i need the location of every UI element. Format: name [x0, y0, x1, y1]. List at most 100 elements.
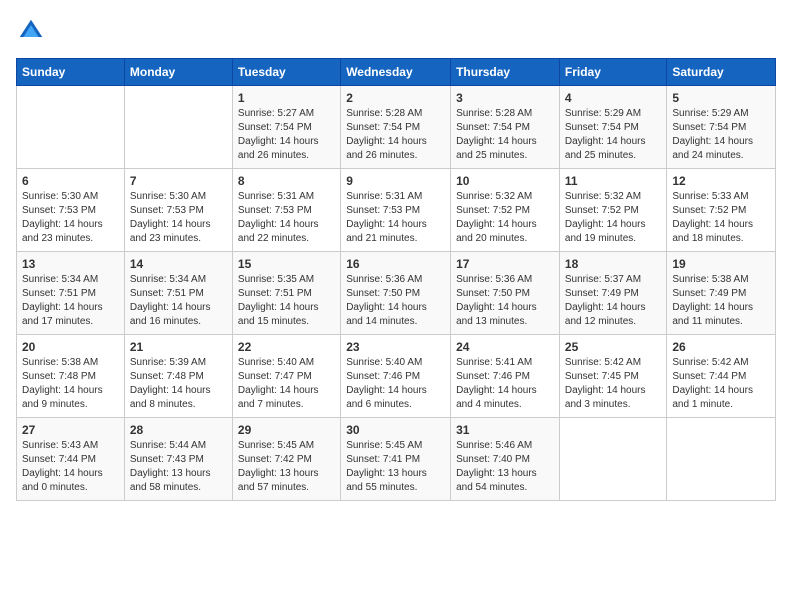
day-detail: Sunrise: 5:31 AM Sunset: 7:53 PM Dayligh… — [238, 190, 335, 246]
day-number: 21 — [130, 340, 227, 354]
calendar-cell: 18Sunrise: 5:37 AM Sunset: 7:49 PM Dayli… — [559, 252, 666, 335]
day-detail: Sunrise: 5:34 AM Sunset: 7:51 PM Dayligh… — [130, 273, 227, 329]
calendar-cell: 10 Sunrise: 5:32 AM Sunset: 7:52 PM Dayli… — [451, 169, 560, 252]
calendar-cell: 6 Sunrise: 5:30 AM Sunset: 7:53 PM Daylig… — [17, 169, 125, 252]
day-detail: Sunrise: 5:33 AM Sunset: 7:52 PM Dayligh… — [672, 190, 770, 246]
calendar-cell: 21 Sunrise: 5:39 AM Sunset: 7:48 PM Dayli… — [124, 335, 232, 418]
day-detail: Sunrise: 5:40 AM Sunset: 7:47 PM Dayligh… — [238, 356, 335, 412]
day-number: 19 — [672, 257, 770, 271]
day-number: 15 — [238, 257, 335, 271]
calendar-week-row: 6 Sunrise: 5:30 AM Sunset: 7:53 PM Daylig… — [17, 169, 776, 252]
calendar-cell: 28 Sunrise: 5:44 AM Sunset: 7:43 PM Dayli… — [124, 418, 232, 501]
day-number: 17 — [456, 257, 554, 271]
day-detail: Sunrise: 5:45 AM Sunset: 7:41 PM Dayligh… — [346, 439, 445, 495]
day-detail: Sunrise: 5:30 AM Sunset: 7:53 PM Dayligh… — [130, 190, 227, 246]
calendar-cell — [559, 418, 666, 501]
calendar-cell: 17Sunrise: 5:36 AM Sunset: 7:50 PM Dayli… — [451, 252, 560, 335]
calendar-cell: 19 Sunrise: 5:38 AM Sunset: 7:49 PM Dayli… — [667, 252, 776, 335]
calendar-cell: 22 Sunrise: 5:40 AM Sunset: 7:47 PM Dayli… — [232, 335, 340, 418]
day-detail: Sunrise: 5:46 AM Sunset: 7:40 PM Dayligh… — [456, 439, 554, 495]
day-number: 11 — [565, 174, 661, 188]
day-number: 7 — [130, 174, 227, 188]
calendar-cell: 23 Sunrise: 5:40 AM Sunset: 7:46 PM Dayli… — [341, 335, 451, 418]
calendar-cell: 16 Sunrise: 5:36 AM Sunset: 7:50 PM Dayli… — [341, 252, 451, 335]
day-detail: Sunrise: 5:38 AM Sunset: 7:49 PM Dayligh… — [672, 273, 770, 329]
day-number: 9 — [346, 174, 445, 188]
day-detail: Sunrise: 5:36 AM Sunset: 7:50 PM Dayligh… — [346, 273, 445, 329]
calendar-week-row: 20 Sunrise: 5:38 AM Sunset: 7:48 PM Dayli… — [17, 335, 776, 418]
header-day: Sunday — [17, 59, 125, 86]
day-detail: Sunrise: 5:32 AM Sunset: 7:52 PM Dayligh… — [456, 190, 554, 246]
header-day: Tuesday — [232, 59, 340, 86]
calendar-cell — [124, 86, 232, 169]
calendar-cell — [667, 418, 776, 501]
day-number: 31 — [456, 423, 554, 437]
calendar-cell: 24 Sunrise: 5:41 AM Sunset: 7:46 PM Dayli… — [451, 335, 560, 418]
day-detail: Sunrise: 5:32 AM Sunset: 7:52 PM Dayligh… — [565, 190, 661, 246]
day-number: 16 — [346, 257, 445, 271]
day-number: 6 — [22, 174, 119, 188]
day-detail: Sunrise: 5:27 AM Sunset: 7:54 PM Dayligh… — [238, 107, 335, 163]
day-number: 23 — [346, 340, 445, 354]
header-day: Saturday — [667, 59, 776, 86]
day-detail: Sunrise: 5:37 AM Sunset: 7:49 PM Dayligh… — [565, 273, 661, 329]
day-detail: Sunrise: 5:45 AM Sunset: 7:42 PM Dayligh… — [238, 439, 335, 495]
logo-icon — [16, 16, 46, 46]
calendar-cell: 13Sunrise: 5:34 AM Sunset: 7:51 PM Dayli… — [17, 252, 125, 335]
calendar-cell: 5 Sunrise: 5:29 AM Sunset: 7:54 PM Daylig… — [667, 86, 776, 169]
day-number: 20 — [22, 340, 119, 354]
day-number: 24 — [456, 340, 554, 354]
header-day: Friday — [559, 59, 666, 86]
calendar-cell: 12 Sunrise: 5:33 AM Sunset: 7:52 PM Dayli… — [667, 169, 776, 252]
calendar-header: SundayMondayTuesdayWednesdayThursdayFrid… — [17, 59, 776, 86]
day-detail: Sunrise: 5:28 AM Sunset: 7:54 PM Dayligh… — [346, 107, 445, 163]
calendar-cell: 31 Sunrise: 5:46 AM Sunset: 7:40 PM Dayli… — [451, 418, 560, 501]
calendar-week-row: 13Sunrise: 5:34 AM Sunset: 7:51 PM Dayli… — [17, 252, 776, 335]
day-detail: Sunrise: 5:29 AM Sunset: 7:54 PM Dayligh… — [672, 107, 770, 163]
calendar-cell: 4Sunrise: 5:29 AM Sunset: 7:54 PM Daylig… — [559, 86, 666, 169]
day-detail: Sunrise: 5:35 AM Sunset: 7:51 PM Dayligh… — [238, 273, 335, 329]
calendar-cell: 26 Sunrise: 5:42 AM Sunset: 7:44 PM Dayli… — [667, 335, 776, 418]
day-number: 22 — [238, 340, 335, 354]
day-number: 30 — [346, 423, 445, 437]
calendar-cell: 11 Sunrise: 5:32 AM Sunset: 7:52 PM Dayli… — [559, 169, 666, 252]
day-detail: Sunrise: 5:40 AM Sunset: 7:46 PM Dayligh… — [346, 356, 445, 412]
day-number: 1 — [238, 91, 335, 105]
day-detail: Sunrise: 5:39 AM Sunset: 7:48 PM Dayligh… — [130, 356, 227, 412]
calendar-cell: 20 Sunrise: 5:38 AM Sunset: 7:48 PM Dayli… — [17, 335, 125, 418]
header-day: Monday — [124, 59, 232, 86]
day-number: 12 — [672, 174, 770, 188]
calendar-cell: 30 Sunrise: 5:45 AM Sunset: 7:41 PM Dayli… — [341, 418, 451, 501]
day-detail: Sunrise: 5:44 AM Sunset: 7:43 PM Dayligh… — [130, 439, 227, 495]
day-detail: Sunrise: 5:30 AM Sunset: 7:53 PM Dayligh… — [22, 190, 119, 246]
calendar-body: 1 Sunrise: 5:27 AM Sunset: 7:54 PM Daylig… — [17, 86, 776, 501]
day-number: 28 — [130, 423, 227, 437]
calendar-week-row: 1 Sunrise: 5:27 AM Sunset: 7:54 PM Daylig… — [17, 86, 776, 169]
day-detail: Sunrise: 5:42 AM Sunset: 7:44 PM Dayligh… — [672, 356, 770, 412]
day-number: 14 — [130, 257, 227, 271]
calendar-cell: 27Sunrise: 5:43 AM Sunset: 7:44 PM Dayli… — [17, 418, 125, 501]
header-day: Wednesday — [341, 59, 451, 86]
day-detail: Sunrise: 5:41 AM Sunset: 7:46 PM Dayligh… — [456, 356, 554, 412]
day-number: 29 — [238, 423, 335, 437]
day-detail: Sunrise: 5:29 AM Sunset: 7:54 PM Dayligh… — [565, 107, 661, 163]
calendar-cell: 14 Sunrise: 5:34 AM Sunset: 7:51 PM Dayli… — [124, 252, 232, 335]
day-number: 8 — [238, 174, 335, 188]
day-number: 27 — [22, 423, 119, 437]
calendar-cell: 15 Sunrise: 5:35 AM Sunset: 7:51 PM Dayli… — [232, 252, 340, 335]
day-detail: Sunrise: 5:34 AM Sunset: 7:51 PM Dayligh… — [22, 273, 119, 329]
calendar-cell: 29 Sunrise: 5:45 AM Sunset: 7:42 PM Dayli… — [232, 418, 340, 501]
calendar-week-row: 27Sunrise: 5:43 AM Sunset: 7:44 PM Dayli… — [17, 418, 776, 501]
page-header — [16, 16, 776, 46]
day-number: 10 — [456, 174, 554, 188]
calendar-cell: 7 Sunrise: 5:30 AM Sunset: 7:53 PM Daylig… — [124, 169, 232, 252]
day-number: 26 — [672, 340, 770, 354]
header-row: SundayMondayTuesdayWednesdayThursdayFrid… — [17, 59, 776, 86]
day-detail: Sunrise: 5:38 AM Sunset: 7:48 PM Dayligh… — [22, 356, 119, 412]
calendar-cell: 2Sunrise: 5:28 AM Sunset: 7:54 PM Daylig… — [341, 86, 451, 169]
day-detail: Sunrise: 5:31 AM Sunset: 7:53 PM Dayligh… — [346, 190, 445, 246]
day-number: 5 — [672, 91, 770, 105]
calendar-cell: 1 Sunrise: 5:27 AM Sunset: 7:54 PM Daylig… — [232, 86, 340, 169]
calendar-cell: 25Sunrise: 5:42 AM Sunset: 7:45 PM Dayli… — [559, 335, 666, 418]
day-number: 25 — [565, 340, 661, 354]
